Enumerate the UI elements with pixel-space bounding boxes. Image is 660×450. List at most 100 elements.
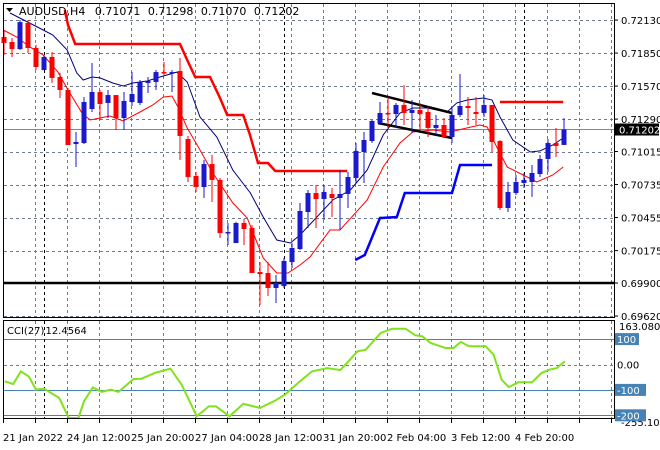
candle xyxy=(241,218,247,246)
candle xyxy=(305,189,311,228)
moving-average-fast xyxy=(2,29,564,274)
candle xyxy=(465,97,471,125)
candle-body xyxy=(217,179,223,234)
candle-body xyxy=(313,193,319,200)
cci-max-label: 163.0802 xyxy=(619,322,660,333)
candle xyxy=(105,89,111,119)
candle xyxy=(225,222,231,246)
candle xyxy=(545,139,551,173)
candle xyxy=(57,72,63,98)
candle-body xyxy=(321,191,327,200)
candle xyxy=(265,262,271,296)
candle-body xyxy=(233,222,239,244)
candle xyxy=(377,102,383,125)
candle xyxy=(161,62,167,75)
candle xyxy=(113,95,119,130)
candle-body xyxy=(521,179,527,184)
candle-body xyxy=(97,91,103,105)
candle-body xyxy=(297,210,303,250)
candle-body xyxy=(393,104,399,115)
candle-body xyxy=(465,106,471,109)
time-tick-label: 31 Jan 20:00 xyxy=(323,433,386,444)
candle xyxy=(145,77,151,94)
candle xyxy=(209,154,215,203)
candle-body xyxy=(337,193,343,198)
time-tick-label: 4 Feb 20:00 xyxy=(515,433,574,444)
price-chart[interactable]: 0.721300.718500.715700.712900.710150.707… xyxy=(0,0,660,450)
time-tick-label: 3 Feb 12:00 xyxy=(451,433,510,444)
candle xyxy=(217,177,223,238)
time-tick-label: 27 Jan 04:00 xyxy=(195,433,258,444)
candle xyxy=(313,185,319,228)
candle-body xyxy=(129,93,135,103)
candle xyxy=(65,87,71,146)
candle-body xyxy=(473,112,479,115)
candle-body xyxy=(41,56,47,71)
close-value: 0.71202 xyxy=(254,5,300,18)
candle xyxy=(409,100,415,134)
candle-body xyxy=(25,22,31,48)
candle xyxy=(25,20,31,53)
candle-body xyxy=(345,177,351,194)
price-tick-label: 0.70735 xyxy=(621,181,660,192)
candle-body xyxy=(505,191,511,209)
price-tick-label: 0.71850 xyxy=(621,49,660,60)
candle xyxy=(89,62,95,113)
candle xyxy=(185,135,191,182)
candle-body xyxy=(529,172,535,182)
cci-panel-frame[interactable] xyxy=(3,320,615,419)
candle-body xyxy=(281,260,287,286)
candle-body xyxy=(193,175,199,188)
cci-levels xyxy=(4,339,614,416)
candle-body xyxy=(377,112,383,123)
candle xyxy=(73,131,79,167)
candle xyxy=(289,243,295,269)
indicators xyxy=(2,9,614,285)
cci-level-label: -200 xyxy=(617,411,640,422)
price-tick-label: 0.72130 xyxy=(621,16,660,27)
candle xyxy=(297,202,303,250)
candle-body xyxy=(305,193,311,213)
candle-body xyxy=(249,227,255,273)
candle-body xyxy=(49,56,55,78)
cci-level-label: 100 xyxy=(617,335,636,346)
open-value: 0.71071 xyxy=(95,5,141,18)
candle-body xyxy=(89,91,95,109)
candle-body xyxy=(497,141,503,209)
candle-body xyxy=(425,112,431,128)
candle xyxy=(97,89,103,121)
low-value: 0.71070 xyxy=(201,5,247,18)
candle-body xyxy=(33,47,39,67)
candle-body xyxy=(177,70,183,136)
candle-body xyxy=(17,22,23,50)
candle xyxy=(321,185,327,221)
candle xyxy=(497,139,503,211)
triangle-down-icon[interactable] xyxy=(6,8,13,12)
candle xyxy=(489,104,495,153)
candle-body xyxy=(9,41,15,50)
time-tick-label: 25 Jan 20:00 xyxy=(131,433,194,444)
candle xyxy=(49,52,55,84)
resistance-level-line xyxy=(63,9,348,173)
candle xyxy=(33,45,39,71)
cci-line xyxy=(4,327,566,419)
candle-body xyxy=(169,72,175,74)
price-tick-label: 0.70455 xyxy=(621,214,660,225)
candle-body xyxy=(353,150,359,178)
candle-body xyxy=(121,100,127,119)
candle xyxy=(345,172,351,209)
candle-body xyxy=(201,164,207,188)
candle xyxy=(281,258,287,288)
candle xyxy=(369,120,375,144)
moving-average-slow xyxy=(9,12,564,244)
candle-body xyxy=(401,104,407,113)
week-separators xyxy=(44,4,525,418)
candle xyxy=(17,20,23,50)
candle xyxy=(9,37,15,57)
candle-body xyxy=(161,72,167,74)
candle-body xyxy=(489,104,495,142)
candle xyxy=(201,160,207,198)
candle-body xyxy=(81,102,87,144)
current-price-label: 0.71202 xyxy=(619,126,660,137)
candle xyxy=(129,72,135,107)
